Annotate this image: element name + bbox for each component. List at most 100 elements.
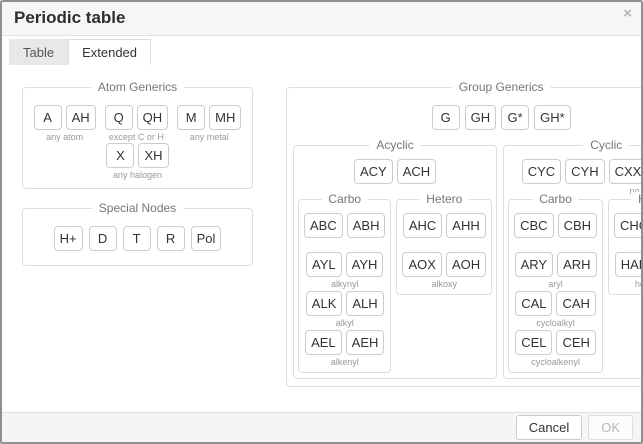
cyclic-legend: Cyclic xyxy=(583,138,629,153)
close-icon[interactable]: × xyxy=(623,6,632,21)
button-r[interactable]: R xyxy=(157,226,185,251)
button-group: CEL CEH cycloalkenyl xyxy=(514,330,597,367)
button-t[interactable]: T xyxy=(123,226,151,251)
button-cal[interactable]: CAL xyxy=(515,291,552,316)
button-pol[interactable]: Pol xyxy=(191,226,222,251)
hint-except-c-or-h: except C or H xyxy=(109,132,164,142)
button-ah[interactable]: AH xyxy=(66,105,96,130)
button-h-plus[interactable]: H+ xyxy=(54,226,83,251)
tab-extended[interactable]: Extended xyxy=(68,39,151,65)
hint-alkynyl: alkynyl xyxy=(331,279,359,289)
hint-aryl: aryl xyxy=(548,279,563,289)
cyclic-hetero-legend: Hetero xyxy=(631,192,643,207)
atom-generics-row2: X XH any halogen xyxy=(31,143,244,180)
button-ahc[interactable]: AHC xyxy=(403,213,442,238)
button-ayl[interactable]: AYL xyxy=(306,252,342,277)
atom-group-any-metal: M MH any metal xyxy=(177,105,241,142)
cancel-button[interactable]: Cancel xyxy=(516,415,582,440)
button-group: ABC ABH xyxy=(304,213,385,250)
button-group: ARY ARH aryl xyxy=(514,252,597,289)
left-column: Atom Generics A AH any atom Q QH xyxy=(22,87,253,266)
group-generics-sub: Acyclic ACY ACH Carbo xyxy=(293,145,643,379)
acyclic-hetero-legend: Hetero xyxy=(419,192,469,207)
button-group: CHC CHH xyxy=(614,213,643,250)
button-ceh[interactable]: CEH xyxy=(556,330,595,355)
hint-any-metal: any metal xyxy=(190,132,229,142)
button-aox[interactable]: AOX xyxy=(402,252,441,277)
button-xh[interactable]: XH xyxy=(138,143,168,168)
button-ael[interactable]: AEL xyxy=(305,330,342,355)
group-generics-row: G GH G* GH* xyxy=(293,105,643,130)
button-m[interactable]: M xyxy=(177,105,205,130)
button-g[interactable]: G xyxy=(432,105,460,130)
right-column: Group Generics G GH G* GH* Acyclic ACY xyxy=(286,87,643,387)
atom-group-any-atom: A AH any atom xyxy=(34,105,96,142)
cyclic-sub-row: Carbo CBC CBH xyxy=(508,199,643,373)
ok-button[interactable]: OK xyxy=(588,415,633,440)
cyclic-hetero-fieldset: Hetero CHC CHH xyxy=(608,199,643,295)
atom-generics-legend: Atom Generics xyxy=(91,80,184,95)
atom-group-except-c-or-h: Q QH except C or H xyxy=(105,105,169,142)
hint-alkyl: alkyl xyxy=(336,318,354,328)
button-cyc[interactable]: CYC xyxy=(522,159,561,184)
atom-group-any-halogen: X XH any halogen xyxy=(106,143,168,180)
tab-bar: Table Extended xyxy=(9,39,641,65)
button-ary[interactable]: ARY xyxy=(515,252,554,277)
acyclic-hetero-fieldset: Hetero AHC AHH xyxy=(396,199,492,295)
button-alh[interactable]: ALH xyxy=(346,291,383,316)
hint-alkenyl: alkenyl xyxy=(331,357,359,367)
cyclic-carbo-fieldset: Carbo CBC CBH xyxy=(508,199,603,373)
cyclic-fieldset: Cyclic CYC CYH CXX xyxy=(503,145,643,379)
button-qh[interactable]: QH xyxy=(137,105,169,130)
button-aoh[interactable]: AOH xyxy=(446,252,486,277)
tab-table[interactable]: Table xyxy=(9,39,68,65)
group-generics-legend: Group Generics xyxy=(452,80,551,95)
acyclic-fieldset: Acyclic ACY ACH Carbo xyxy=(293,145,497,379)
button-g-star[interactable]: G* xyxy=(501,105,529,130)
button-cah[interactable]: CAH xyxy=(556,291,595,316)
button-ahh[interactable]: AHH xyxy=(446,213,485,238)
hint-hetero-aryl: hetero aryl xyxy=(635,279,643,289)
button-cbh[interactable]: CBH xyxy=(558,213,597,238)
button-acy[interactable]: ACY xyxy=(354,159,393,184)
button-ach[interactable]: ACH xyxy=(397,159,436,184)
button-group: ALK ALH alkyl xyxy=(304,291,385,328)
button-abh[interactable]: ABH xyxy=(347,213,386,238)
button-group: CAL CAH cycloalkyl xyxy=(514,291,597,328)
button-group: AEL AEH alkenyl xyxy=(304,330,385,367)
hint-cycloalkyl: cycloalkyl xyxy=(536,318,575,328)
button-abc[interactable]: ABC xyxy=(304,213,343,238)
atom-generics-row1: A AH any atom Q QH except C or H xyxy=(31,105,244,142)
special-nodes-row: H+ D T R Pol xyxy=(31,226,244,251)
special-nodes-fieldset: Special Nodes H+ D T R Pol xyxy=(22,208,253,266)
button-q[interactable]: Q xyxy=(105,105,133,130)
button-group: CXX CXH no carbon xyxy=(609,159,643,196)
button-alk[interactable]: ALK xyxy=(306,291,343,316)
button-group: CYC CYH xyxy=(522,159,605,196)
hint-any-atom: any atom xyxy=(46,132,83,142)
button-group: AYL AYH alkynyl xyxy=(304,252,385,289)
hint-any-halogen: any halogen xyxy=(113,170,162,180)
button-gh[interactable]: GH xyxy=(465,105,497,130)
button-ayh[interactable]: AYH xyxy=(346,252,384,277)
group-generics-fieldset: Group Generics G GH G* GH* Acyclic ACY xyxy=(286,87,643,387)
acyclic-sub-row: Carbo ABC ABH xyxy=(298,199,492,373)
button-har[interactable]: HAR xyxy=(615,252,643,277)
button-mh[interactable]: MH xyxy=(209,105,241,130)
button-chc[interactable]: CHC xyxy=(614,213,643,238)
button-d[interactable]: D xyxy=(89,226,117,251)
hint-cycloalkenyl: cycloalkenyl xyxy=(531,357,580,367)
button-cel[interactable]: CEL xyxy=(515,330,552,355)
button-arh[interactable]: ARH xyxy=(557,252,596,277)
button-cxx[interactable]: CXX xyxy=(609,159,643,184)
button-x[interactable]: X xyxy=(106,143,134,168)
button-a[interactable]: A xyxy=(34,105,62,130)
button-cyh[interactable]: CYH xyxy=(565,159,604,184)
dialog-title: Periodic table xyxy=(14,8,629,28)
cyclic-carbo-legend: Carbo xyxy=(532,192,579,207)
button-group: CBC CBH xyxy=(514,213,597,250)
button-gh-star[interactable]: GH* xyxy=(534,105,571,130)
acyclic-legend: Acyclic xyxy=(369,138,420,153)
button-aeh[interactable]: AEH xyxy=(346,330,385,355)
button-cbc[interactable]: CBC xyxy=(514,213,553,238)
